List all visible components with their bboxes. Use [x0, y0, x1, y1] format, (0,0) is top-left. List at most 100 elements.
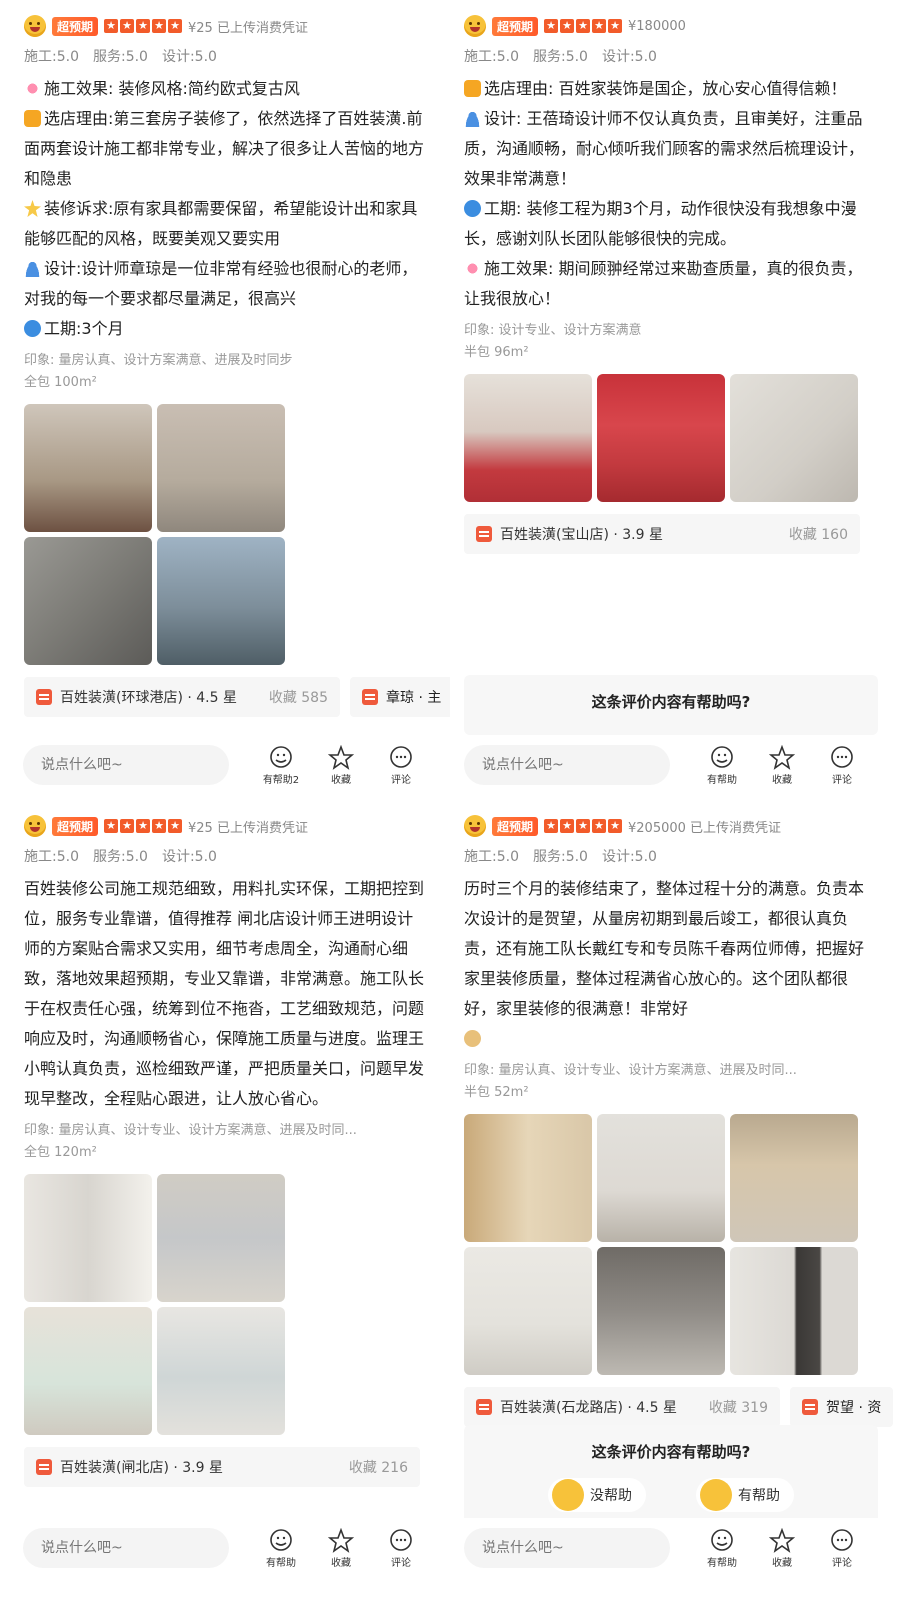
score-service: 服务:5.0: [92, 849, 148, 865]
comment-input[interactable]: [464, 745, 670, 785]
impression-text: 印象: 量房认真、设计专业、设计方案满意、进展及时同...: [464, 1063, 797, 1078]
score-design: 设计:5.0: [161, 49, 217, 65]
favorite-button[interactable]: 收藏: [311, 1527, 371, 1569]
comment-input[interactable]: [464, 1528, 670, 1568]
person-icon: [802, 1399, 818, 1415]
shop-name: 百姓装潢(闸北店) · 3.9 星: [60, 1460, 223, 1476]
star-outline-icon: [769, 744, 795, 770]
designer-link[interactable]: 章琼 · 主: [350, 677, 450, 717]
score-row: 施工:5.0 服务:5.0 设计:5.0: [464, 46, 878, 66]
helpful-label: 有帮助: [707, 1557, 737, 1569]
comment-button[interactable]: 评论: [812, 745, 872, 786]
star-icon: ★: [152, 19, 167, 33]
review-text: 历时三个月的装修结束了，整体过程十分的满意。负责本次设计的是贺望，从量房初期到最…: [464, 874, 878, 1054]
score-design: 设计:5.0: [601, 49, 657, 65]
review-photo[interactable]: [157, 1307, 285, 1435]
review-photo[interactable]: [730, 1247, 858, 1375]
price-text: ¥25 已上传消费凭证: [188, 820, 308, 836]
shop-name: 百姓装潢(环球港店) · 4.5 星: [60, 690, 237, 706]
review-photo[interactable]: [157, 404, 285, 532]
shop-icon: [36, 689, 52, 705]
review-photo[interactable]: [24, 1174, 152, 1302]
star-icon: ★: [120, 819, 135, 833]
review-paragraph: 施工效果: 期间顾翀经常过来勘查质量，真的很负责，让我很放心！: [464, 259, 863, 308]
helpful-vote-label: 有帮助: [738, 1488, 780, 1504]
review-photo[interactable]: [730, 374, 858, 502]
shop-link[interactable]: 百姓装潢(石龙路店) · 4.5 星 收藏 319: [464, 1387, 780, 1427]
photo-grid: [464, 374, 878, 502]
comment-label: 评论: [391, 774, 411, 786]
helpful-question: 这条评价内容有帮助吗?: [591, 1443, 751, 1461]
rating-stars: ★ ★ ★ ★ ★: [544, 19, 623, 33]
review-header: 超预期 ★ ★ ★ ★ ★ ¥25 已上传消费凭证: [24, 14, 428, 38]
shop-link[interactable]: 百姓装潢(环球港店) · 4.5 星 收藏 585: [24, 677, 340, 717]
comment-icon: [390, 1528, 412, 1551]
review-card-0: 超预期 ★ ★ ★ ★ ★ ¥25 已上传消费凭证 施工:5.0 服务:5.0 设计:5…: [0, 0, 450, 800]
not-helpful-label: 没帮助: [590, 1488, 632, 1504]
price-text: ¥25 已上传消费凭证: [188, 20, 308, 36]
comment-button[interactable]: 评论: [812, 1528, 872, 1569]
shop-link[interactable]: 百姓装潢(闸北店) · 3.9 星 收藏 216: [24, 1447, 420, 1487]
comment-bar: 有帮助 收藏 评论: [450, 1518, 900, 1578]
review-photo[interactable]: [730, 1114, 858, 1242]
surprised-face-icon: [24, 815, 46, 837]
review-paragraph: 设计:设计师章琼是一位非常有经验也很耐心的老师，对我的每一个要求都尽量满足，很高…: [24, 259, 418, 308]
review-photo[interactable]: [464, 1114, 592, 1242]
favorite-button[interactable]: 收藏: [752, 1527, 812, 1569]
review-photo[interactable]: [597, 374, 725, 502]
comment-button[interactable]: 评论: [371, 745, 431, 786]
review-photo[interactable]: [24, 537, 152, 665]
review-card-1: 超预期 ★ ★ ★ ★ ★ ¥180000 施工:5.0 服务:5.0 设计:5.0 选…: [450, 0, 900, 800]
review-text: 百姓装修公司施工规范细致，用料扎实环保，工期把控到位，服务专业靠谱，值得推荐 闸…: [24, 874, 428, 1114]
money-bag-icon: [464, 1030, 481, 1047]
helpful-button[interactable]: 有帮助: [692, 745, 752, 786]
star-outline-icon: [328, 1527, 354, 1553]
comment-input[interactable]: [23, 745, 229, 785]
review-photo[interactable]: [24, 404, 152, 532]
star-icon: ★: [104, 19, 119, 33]
review-paragraph: 选店理由: 百姓家装饰是国企，放心安心值得信赖！: [484, 79, 847, 98]
review-photo[interactable]: [597, 1247, 725, 1375]
favorite-label: 收藏: [772, 1557, 792, 1569]
designer-link[interactable]: 贺望 · 资: [790, 1387, 894, 1427]
star-emoji-icon: [24, 200, 41, 217]
chat-icon: [24, 110, 41, 127]
helpful-icon: [270, 1528, 292, 1551]
comment-input[interactable]: [23, 1528, 229, 1568]
shop-favorites: 收藏 160: [788, 527, 848, 543]
rating-stars: ★ ★ ★ ★ ★: [544, 819, 623, 833]
review-photo[interactable]: [157, 1174, 285, 1302]
photo-grid: [464, 1114, 878, 1375]
star-icon: ★: [136, 19, 151, 33]
not-helpful-button[interactable]: 没帮助: [548, 1478, 646, 1512]
helpful-button[interactable]: 有帮助: [251, 1528, 311, 1569]
shop-row: 百姓装潢(石龙路店) · 4.5 星 收藏 319 贺望 · 资: [464, 1387, 894, 1427]
comment-button[interactable]: 评论: [371, 1528, 431, 1569]
exceed-badge: 超预期: [492, 16, 539, 36]
review-photo[interactable]: [464, 374, 592, 502]
score-row: 施工:5.0 服务:5.0 设计:5.0: [24, 46, 428, 66]
favorite-button[interactable]: 收藏: [752, 744, 812, 786]
helpful-icon: [711, 745, 733, 768]
helpful-button[interactable]: 有帮助2: [251, 745, 311, 786]
shop-link[interactable]: 百姓装潢(宝山店) · 3.9 星 收藏 160: [464, 514, 860, 554]
clock-icon: [24, 320, 41, 337]
score-row: 施工:5.0 服务:5.0 设计:5.0: [464, 846, 878, 866]
review-grid: 超预期 ★ ★ ★ ★ ★ ¥25 已上传消费凭证 施工:5.0 服务:5.0 设计:5…: [0, 0, 900, 1600]
review-text: 施工效果: 装修风格:简约欧式复古风 选店理由:第三套房子装修了，依然选择了百姓…: [24, 74, 428, 344]
review-photo[interactable]: [24, 1307, 152, 1435]
favorite-label: 收藏: [772, 774, 792, 786]
star-icon: ★: [608, 819, 623, 833]
review-photo[interactable]: [157, 537, 285, 665]
impression-text: 印象: 量房认真、设计方案满意、进展及时同步: [24, 353, 293, 368]
helpful-vote-button[interactable]: 有帮助: [696, 1478, 794, 1512]
score-construction: 施工:5.0: [24, 849, 79, 865]
helpful-button[interactable]: 有帮助: [692, 1528, 752, 1569]
favorite-button[interactable]: 收藏: [311, 744, 371, 786]
score-construction: 施工:5.0: [464, 49, 519, 65]
star-icon: ★: [576, 19, 591, 33]
review-photo[interactable]: [464, 1247, 592, 1375]
shop-row: 百姓装潢(闸北店) · 3.9 星 收藏 216: [24, 1447, 428, 1487]
review-photo[interactable]: [597, 1114, 725, 1242]
score-design: 设计:5.0: [161, 849, 217, 865]
